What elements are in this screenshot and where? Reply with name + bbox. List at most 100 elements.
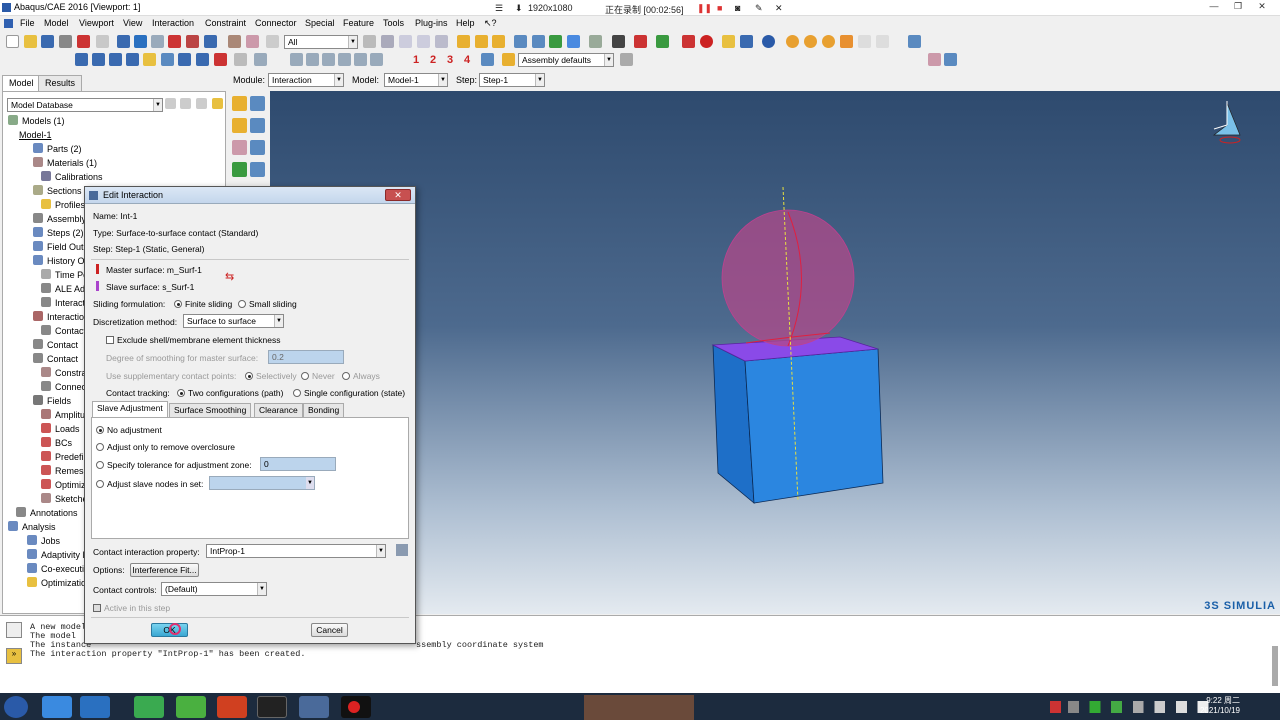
block-side[interactable] [744,348,884,504]
view-cut-1-icon[interactable] [290,53,303,66]
parallel-icon[interactable] [246,35,259,48]
tree-item-steps[interactable]: Steps (2) [33,227,84,240]
radio-no-adjustment[interactable]: No adjustment [96,425,162,435]
step-combo[interactable]: Step-1 ▼ [479,73,545,87]
tree-item-optimization-2[interactable]: Optimization [27,577,91,590]
redo-icon[interactable] [876,35,889,48]
start-icon[interactable] [4,696,28,718]
select-circle-icon[interactable] [399,35,412,48]
view-cut-5-icon[interactable] [354,53,367,66]
render-shaded-icon[interactable] [492,35,505,48]
menu-file[interactable]: File [20,18,35,28]
tree-item-calibrations[interactable]: Calibrations [41,171,103,184]
color-2-icon[interactable] [804,35,817,48]
tree-item-assembly[interactable]: Assembly [33,213,86,226]
radio-remove-overclosure[interactable]: Adjust only to remove overclosure [96,442,235,452]
taskbar-browser-icon[interactable] [176,696,206,718]
tree-item-parts[interactable]: Parts (2) [33,143,82,156]
tool-e-icon[interactable] [143,53,156,66]
menu-view[interactable]: View [123,18,142,28]
iso-view-icon[interactable] [514,35,527,48]
create-display-group-icon[interactable] [612,35,625,48]
message-scrollbar[interactable] [1272,646,1278,686]
menu-constraint[interactable]: Constraint [205,18,246,28]
radio-never[interactable]: Never [301,371,335,381]
new-icon[interactable] [6,35,19,48]
display-options-icon[interactable] [620,53,633,66]
viewport[interactable]: 3S SIMULIA [270,91,1280,614]
fit-view-icon[interactable] [186,35,199,48]
tree-item-models[interactable]: Models (1) [8,115,65,128]
tab-bonding[interactable]: Bonding [303,403,345,417]
assembly-display-combo[interactable]: Assembly defaults ▼ [518,53,614,67]
print-icon[interactable] [59,35,72,48]
radio-specify-tolerance[interactable]: Specify tolerance for adjustment zone: [96,460,252,470]
select-entity-icon[interactable] [363,35,376,48]
select-drag-icon[interactable] [435,35,448,48]
triad-icon[interactable] [481,53,494,66]
radio-selectively[interactable]: Selectively [245,371,297,381]
taskbar-abaqus-icon[interactable] [299,696,329,718]
assembly-display-icon[interactable] [502,53,515,66]
tree-collapse-icon[interactable] [180,98,191,109]
color-code-icon[interactable] [634,35,647,48]
pen-icon[interactable]: ✎ [755,3,763,14]
node-set-combo[interactable]: ▼ [209,476,315,490]
create-property-icon[interactable] [396,544,408,556]
menu-model[interactable]: Model [44,18,69,28]
zoom-box-icon[interactable] [168,35,181,48]
rotate-icon[interactable] [134,35,147,48]
magnify-icon[interactable] [151,35,164,48]
tool-f-icon[interactable] [161,53,174,66]
active-in-step-checkbox[interactable]: Active in this step [93,603,170,613]
replace-icon[interactable] [656,35,669,48]
info-icon[interactable] [762,35,775,48]
minimize-icon[interactable]: — [1206,1,1222,13]
text-annotation-icon[interactable] [214,53,227,66]
menu-viewport[interactable]: Viewport [79,18,114,28]
taskbar-search-icon[interactable] [80,696,110,718]
interference-fit-button[interactable]: Interference Fit... [130,563,199,577]
create-constraint-icon[interactable] [232,140,247,155]
close-icon[interactable]: ✕ [775,3,783,14]
interaction-manager-icon[interactable] [250,96,265,111]
tree-item-loads[interactable]: Loads [41,423,80,436]
taskbar-powerpoint-icon[interactable] [217,696,247,718]
dialog-close-icon[interactable]: ✕ [385,189,411,201]
maximize-icon[interactable]: ❐ [1230,1,1246,13]
save-icon[interactable] [41,35,54,48]
connector-icon[interactable] [232,162,247,177]
render-wireframe-icon[interactable] [457,35,470,48]
message-toggle-icon[interactable] [6,622,22,638]
select-box-icon[interactable] [381,35,394,48]
view-cut-4-icon[interactable] [338,53,351,66]
view-manager-icon[interactable] [549,35,562,48]
tool-g-icon[interactable] [178,53,191,66]
tree-item-contact-2[interactable]: Contact [33,339,78,352]
model-combo[interactable]: Model-1 ▼ [384,73,448,87]
pause-icon[interactable]: ❚❚ [697,3,712,14]
camera-icon[interactable]: ◙ [735,3,740,13]
discretization-combo[interactable]: Surface to surface ▼ [183,314,284,328]
radio-small-sliding[interactable]: Small sliding [238,299,297,309]
tree-item-contact-1[interactable]: Contact [41,325,86,338]
front-view-icon[interactable] [532,35,545,48]
selection-filter-combo[interactable]: All ▼ [284,35,358,49]
smoothing-input[interactable]: 0.2 [268,350,344,364]
command-line-icon[interactable]: » [6,648,22,664]
g-icon[interactable] [700,35,713,48]
mc-icon[interactable] [682,35,695,48]
constraint-manager-icon[interactable] [250,140,265,155]
menu-icon[interactable]: ☰ [495,3,503,14]
view-cut-3-icon[interactable] [322,53,335,66]
radio-two-configurations[interactable]: Two configurations (path) [177,388,283,398]
edit-color-icon[interactable] [840,35,853,48]
tree-highlight-icon[interactable] [212,98,223,109]
module-combo[interactable]: Interaction ▼ [268,73,344,87]
tool-d-icon[interactable] [126,53,139,66]
tree-item-sections[interactable]: Sections [33,185,82,198]
select-arrow-icon[interactable] [266,35,279,48]
radio-adjust-slave-nodes[interactable]: Adjust slave nodes in set: [96,479,203,489]
taskbar-terminal-icon[interactable] [257,696,287,718]
color-1-icon[interactable] [786,35,799,48]
